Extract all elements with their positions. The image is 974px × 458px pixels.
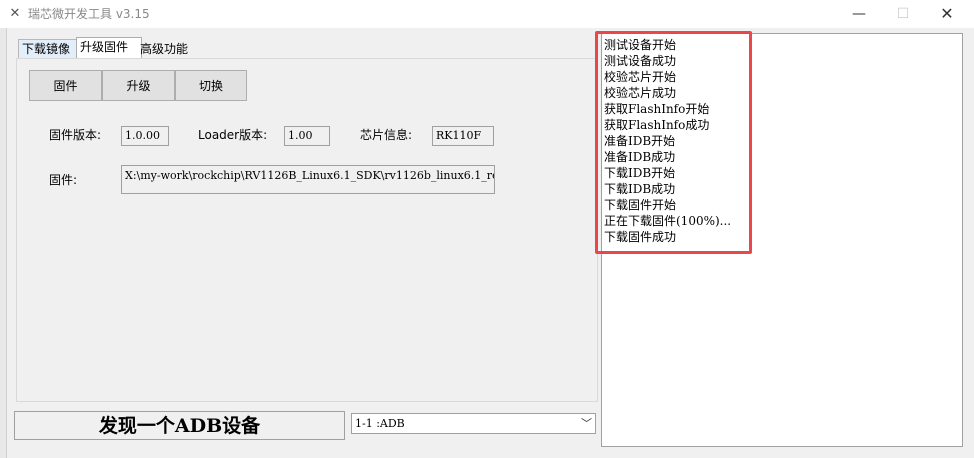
firmware-version-field: 1.0.00 xyxy=(121,126,169,146)
tab-advanced[interactable]: 高级功能 xyxy=(137,40,199,59)
loader-version-label: Loader版本: xyxy=(198,128,268,142)
minimize-button[interactable]: — xyxy=(836,0,882,28)
tools-icon: ✕ xyxy=(9,6,21,21)
upgrade-button[interactable]: 升级 xyxy=(102,70,175,101)
maximize-button[interactable]: ☐ xyxy=(880,0,926,28)
status-bar: 发现一个ADB设备 xyxy=(14,411,345,440)
firmware-path-field[interactable]: X:\my-work\rockchip\RV1126B_Linux6.1_SDK… xyxy=(121,165,495,194)
left-edge xyxy=(0,28,7,458)
device-select-value: 1-1 :ADB xyxy=(355,417,405,430)
device-select[interactable]: 1-1 :ADB ﹀ xyxy=(351,413,596,434)
window-title: 瑞芯微开发工具 v3.15 xyxy=(28,7,150,21)
loader-version-field: 1.00 xyxy=(284,126,330,146)
tab-download-image[interactable]: 下载镜像 xyxy=(18,39,78,59)
log-highlight-box xyxy=(595,31,752,254)
chip-info-field: RK110F xyxy=(432,126,494,146)
switch-button[interactable]: 切换 xyxy=(175,70,247,101)
firmware-button[interactable]: 固件 xyxy=(29,70,102,101)
tab-panel xyxy=(16,58,598,402)
title-bar: ✕ 瑞芯微开发工具 v3.15 — ☐ ✕ xyxy=(0,0,974,28)
firmware-label: 固件: xyxy=(49,173,78,187)
tab-upgrade-firmware[interactable]: 升级固件 xyxy=(76,37,142,59)
firmware-version-label: 固件版本: xyxy=(49,128,102,142)
chip-info-label: 芯片信息: xyxy=(360,128,413,142)
close-button[interactable]: ✕ xyxy=(924,0,970,28)
chevron-down-icon[interactable]: ﹀ xyxy=(581,414,592,433)
